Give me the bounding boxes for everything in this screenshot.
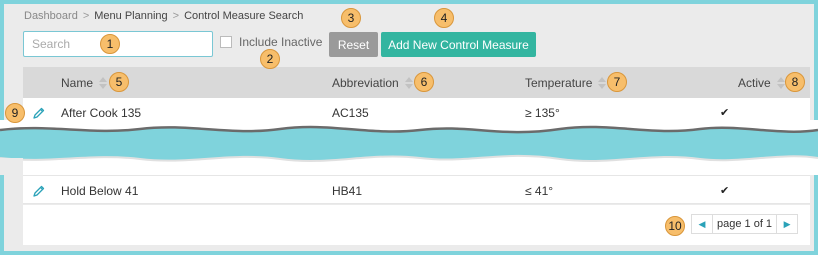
breadcrumb-dashboard[interactable]: Dashboard [24,10,78,22]
callout-badge-4: 4 [434,8,454,28]
callout-badge-9: 9 [5,103,25,123]
cell-name: Hold Below 41 [61,184,139,198]
callout-badge-7: 7 [607,72,627,92]
chevron-right-icon[interactable]: ▶ [777,215,797,233]
sort-icon[interactable] [404,77,414,89]
breadcrumb-separator: > [82,10,90,22]
callout-badge-2: 2 [260,49,280,69]
pagination: ◀ page 1 of 1 ▶ [691,214,799,234]
callout-badge-3: 3 [341,8,361,28]
column-label-active: Active [738,76,771,90]
active-check-icon: ✔ [720,107,730,119]
active-check-icon: ✔ [720,185,730,197]
callout-badge-1: 1 [100,34,120,54]
callout-badge-10: 10 [665,216,685,236]
column-label-abbreviation: Abbreviation [332,76,399,90]
callout-badge-5: 5 [109,72,129,92]
chevron-left-icon[interactable]: ◀ [692,215,712,233]
page-indicator: page 1 of 1 [712,215,778,233]
cell-name: After Cook 135 [61,106,142,120]
reset-button[interactable]: Reset [329,32,378,57]
edit-pencil-icon[interactable] [32,184,46,198]
torn-edge-divider [0,120,818,175]
sort-icon[interactable] [99,77,108,89]
cell-temperature: ≤ 41° [525,184,554,198]
cell-abbreviation: AC135 [332,106,369,120]
cell-temperature: ≥ 135° [525,106,560,120]
breadcrumb-separator: > [172,10,180,22]
column-header-active[interactable]: Active [738,76,786,90]
column-label-name: Name [61,76,94,90]
breadcrumb: Dashboard > Menu Planning > Control Measure … [24,10,303,22]
callout-badge-6: 6 [414,72,434,92]
include-inactive-checkbox[interactable] [220,36,232,48]
breadcrumb-menu-planning[interactable]: Menu Planning [94,10,167,22]
edit-pencil-icon[interactable] [32,106,46,120]
add-control-measure-button[interactable]: Add New Control Measure [381,32,536,57]
column-label-temperature: Temperature [525,76,593,90]
include-inactive-label: Include Inactive [239,35,323,49]
column-header-temperature[interactable]: Temperature [525,76,607,90]
table-row[interactable]: Hold Below 41 HB41 ≤ 41° ✔ [23,175,810,204]
include-inactive-toggle[interactable]: Include Inactive [220,35,322,49]
callout-badge-8: 8 [785,72,805,92]
column-header-abbreviation[interactable]: Abbreviation [332,76,414,90]
breadcrumb-current: Control Measure Search [184,10,304,22]
cell-abbreviation: HB41 [332,184,363,198]
sort-icon[interactable] [598,77,607,89]
column-header-name[interactable]: Name [61,76,108,90]
